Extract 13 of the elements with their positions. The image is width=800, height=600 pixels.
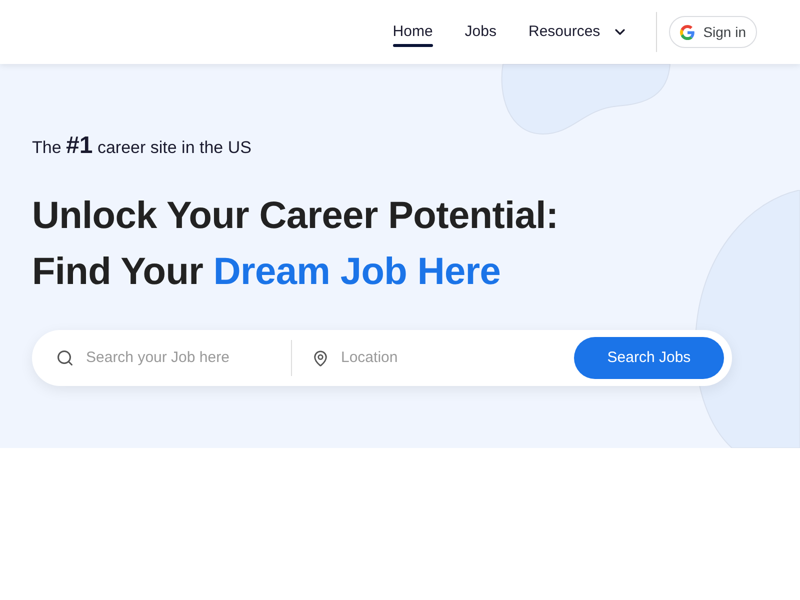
search-icon xyxy=(56,349,74,367)
sign-in-button[interactable]: Sign in xyxy=(669,16,757,48)
nav-link[interactable]: Resources xyxy=(528,0,628,64)
nav-link[interactable]: Home xyxy=(392,0,433,64)
location-field[interactable]: Location xyxy=(341,346,574,370)
job-search-field[interactable]: Search your Job here xyxy=(86,346,291,370)
google-icon xyxy=(680,24,696,40)
nav-link[interactable]: Jobs xyxy=(464,0,496,64)
active-underline xyxy=(392,44,433,47)
hero-heading: Unlock Your Career Potential: Find Your Dream Job Here xyxy=(32,194,560,295)
location-pin-icon xyxy=(312,350,329,366)
search-jobs-button[interactable]: Search Jobs xyxy=(574,337,724,379)
tagline: The #1 career site in the US xyxy=(32,132,252,161)
